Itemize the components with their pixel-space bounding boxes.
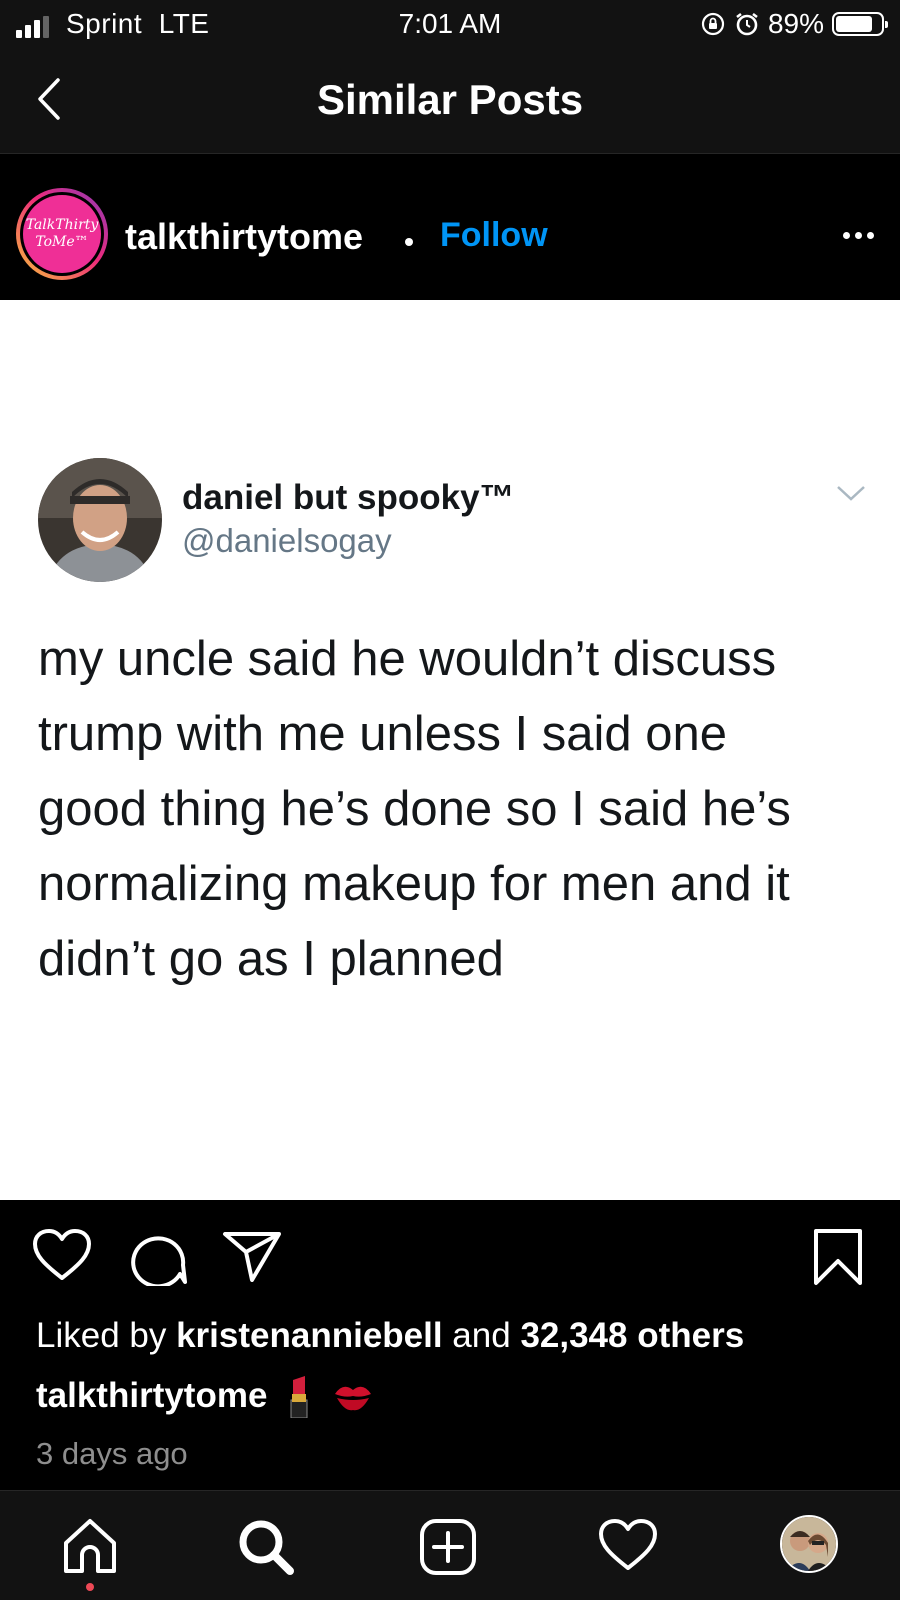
- chevron-down-icon: [837, 486, 865, 501]
- search-icon[interactable]: [236, 1517, 296, 1577]
- post-username[interactable]: talkthirtytome: [125, 216, 363, 258]
- activity-heart-icon[interactable]: [598, 1517, 658, 1573]
- profile-avatar[interactable]: [780, 1515, 838, 1573]
- tweet-line: normalizing makeup for men and it: [38, 857, 790, 911]
- tweet-line: my uncle said he wouldn’t discuss: [38, 632, 777, 686]
- avatar-logo: TalkThirty ToMe™: [23, 195, 101, 273]
- rotation-lock-icon: [701, 12, 725, 36]
- active-tab-indicator: [86, 1583, 94, 1591]
- post-actions: Liked by kristenanniebell and 32,348 oth…: [0, 1200, 900, 1490]
- home-icon[interactable]: [60, 1517, 120, 1575]
- page-title: Similar Posts: [316, 76, 584, 123]
- new-post-icon[interactable]: [418, 1517, 478, 1577]
- follow-button[interactable]: Follow: [440, 216, 548, 255]
- lipstick-icon: [290, 1376, 308, 1418]
- alarm-icon: [736, 12, 758, 36]
- tweet-handle: @danielsogay: [182, 522, 392, 559]
- status-bar: Sprint LTE 7:01 AM 89%: [0, 0, 900, 50]
- tweet-display-name: daniel but spooky™: [182, 478, 515, 517]
- likes-count[interactable]: 32,348 others: [520, 1316, 744, 1355]
- caption-username[interactable]: talkthirtytome: [36, 1376, 267, 1416]
- tweet-text: my uncle said he wouldn’t discuss trump …: [38, 622, 868, 997]
- battery-icon: [832, 12, 888, 36]
- likes-summary[interactable]: Liked by kristenanniebell and 32,348 oth…: [36, 1316, 744, 1356]
- bookmark-icon[interactable]: [812, 1228, 864, 1286]
- liked-by-user[interactable]: kristenanniebell: [176, 1316, 442, 1355]
- tweet-line: good thing he’s done so I said he’s: [38, 782, 791, 836]
- like-heart-icon[interactable]: [32, 1228, 92, 1282]
- post-header: TalkThirty ToMe™ talkthirtytome Follow: [0, 154, 900, 300]
- status-right: 89%: [700, 8, 888, 40]
- comment-icon[interactable]: [128, 1230, 188, 1286]
- account-avatar[interactable]: TalkThirty ToMe™: [16, 188, 108, 280]
- post-image: daniel but spooky™ @danielsogay my uncle…: [0, 300, 900, 1200]
- tweet-line: trump with me unless I said one: [38, 707, 728, 761]
- post-timestamp: 3 days ago: [36, 1436, 188, 1471]
- share-icon[interactable]: [222, 1230, 282, 1282]
- tweet-line: didn’t go as I planned: [38, 932, 504, 986]
- nav-header: Similar Posts: [0, 50, 900, 154]
- tweet-author-avatar: [38, 458, 162, 582]
- caption: talkthirtytome: [36, 1374, 375, 1418]
- battery-percent: 89%: [767, 8, 824, 39]
- kiss-mark-icon: [335, 1386, 372, 1411]
- separator-dot: [405, 238, 413, 246]
- bottom-tab-bar: [0, 1490, 900, 1600]
- more-options-icon[interactable]: [843, 232, 874, 239]
